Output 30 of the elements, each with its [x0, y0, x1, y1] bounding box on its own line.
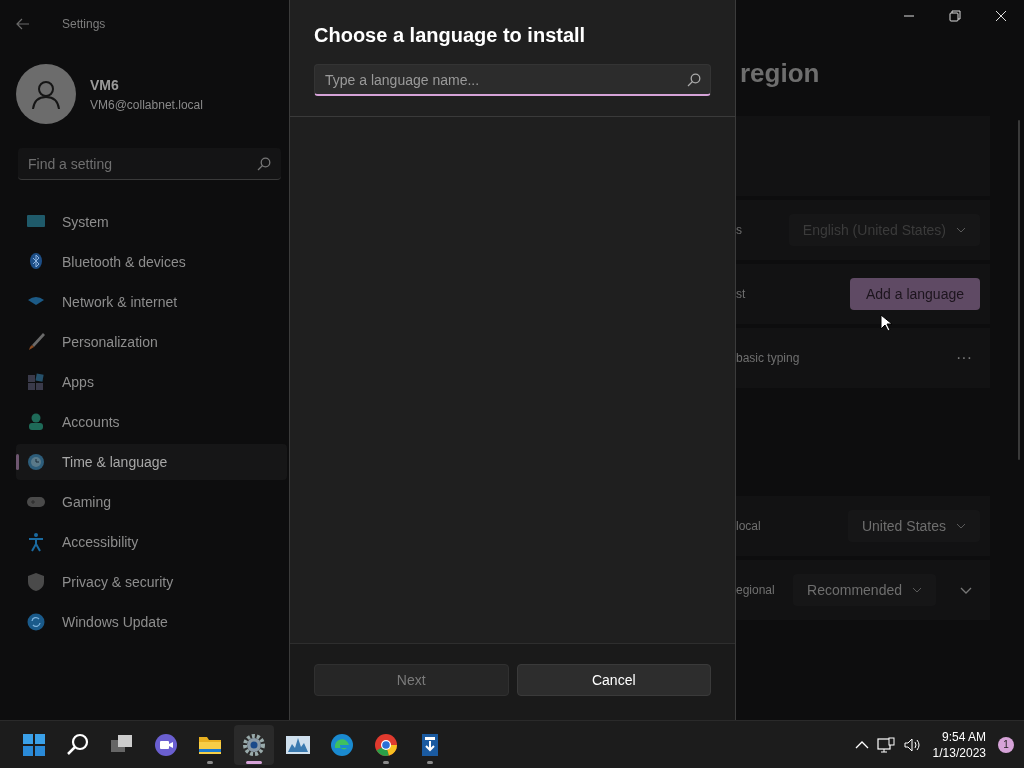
notification-badge[interactable]: 1 [998, 736, 1014, 753]
more-button[interactable]: ··· [948, 346, 980, 370]
account-name: VM6 [90, 75, 120, 95]
setting-label: st [736, 286, 746, 303]
cancel-button[interactable]: Cancel [516, 664, 711, 696]
sidebar-item[interactable]: Time & language [16, 444, 287, 480]
search-field[interactable]: Type a language name... [314, 64, 711, 96]
sidebar-item[interactable]: Gaming [16, 484, 287, 520]
clock-time[interactable]: 9:54 AM [932, 728, 986, 745]
setting-label: local [736, 518, 761, 535]
sidebar-item[interactable]: System [16, 204, 287, 240]
search-field[interactable]: Find a setting [18, 148, 281, 180]
sidebar-item[interactable]: Accounts [16, 404, 287, 440]
dropdown[interactable]: United States [847, 510, 980, 542]
sidebar-item[interactable]: Network & internet [16, 284, 287, 320]
setting-label: egional [736, 582, 775, 599]
window-title: Settings [62, 16, 106, 33]
dropdown[interactable]: Recommended [793, 574, 936, 606]
sidebar-item[interactable]: Accessibility [16, 524, 287, 560]
setting-label: s [736, 222, 742, 239]
sidebar-item[interactable]: Bluetooth & devices [16, 244, 287, 280]
account-email: VM6@collabnet.local [90, 96, 203, 114]
page-heading: region [740, 57, 821, 90]
dialog-title: Choose a language to install [314, 23, 587, 48]
setting-label: basic typing [736, 350, 800, 367]
sidebar-item[interactable]: Windows Update [16, 604, 287, 640]
sidebar-item[interactable]: Personalization [16, 324, 287, 360]
clock-date[interactable]: 1/13/2023 [932, 744, 986, 761]
sidebar-item[interactable]: Apps [16, 364, 287, 400]
sidebar-item[interactable]: Privacy & security [16, 564, 287, 600]
